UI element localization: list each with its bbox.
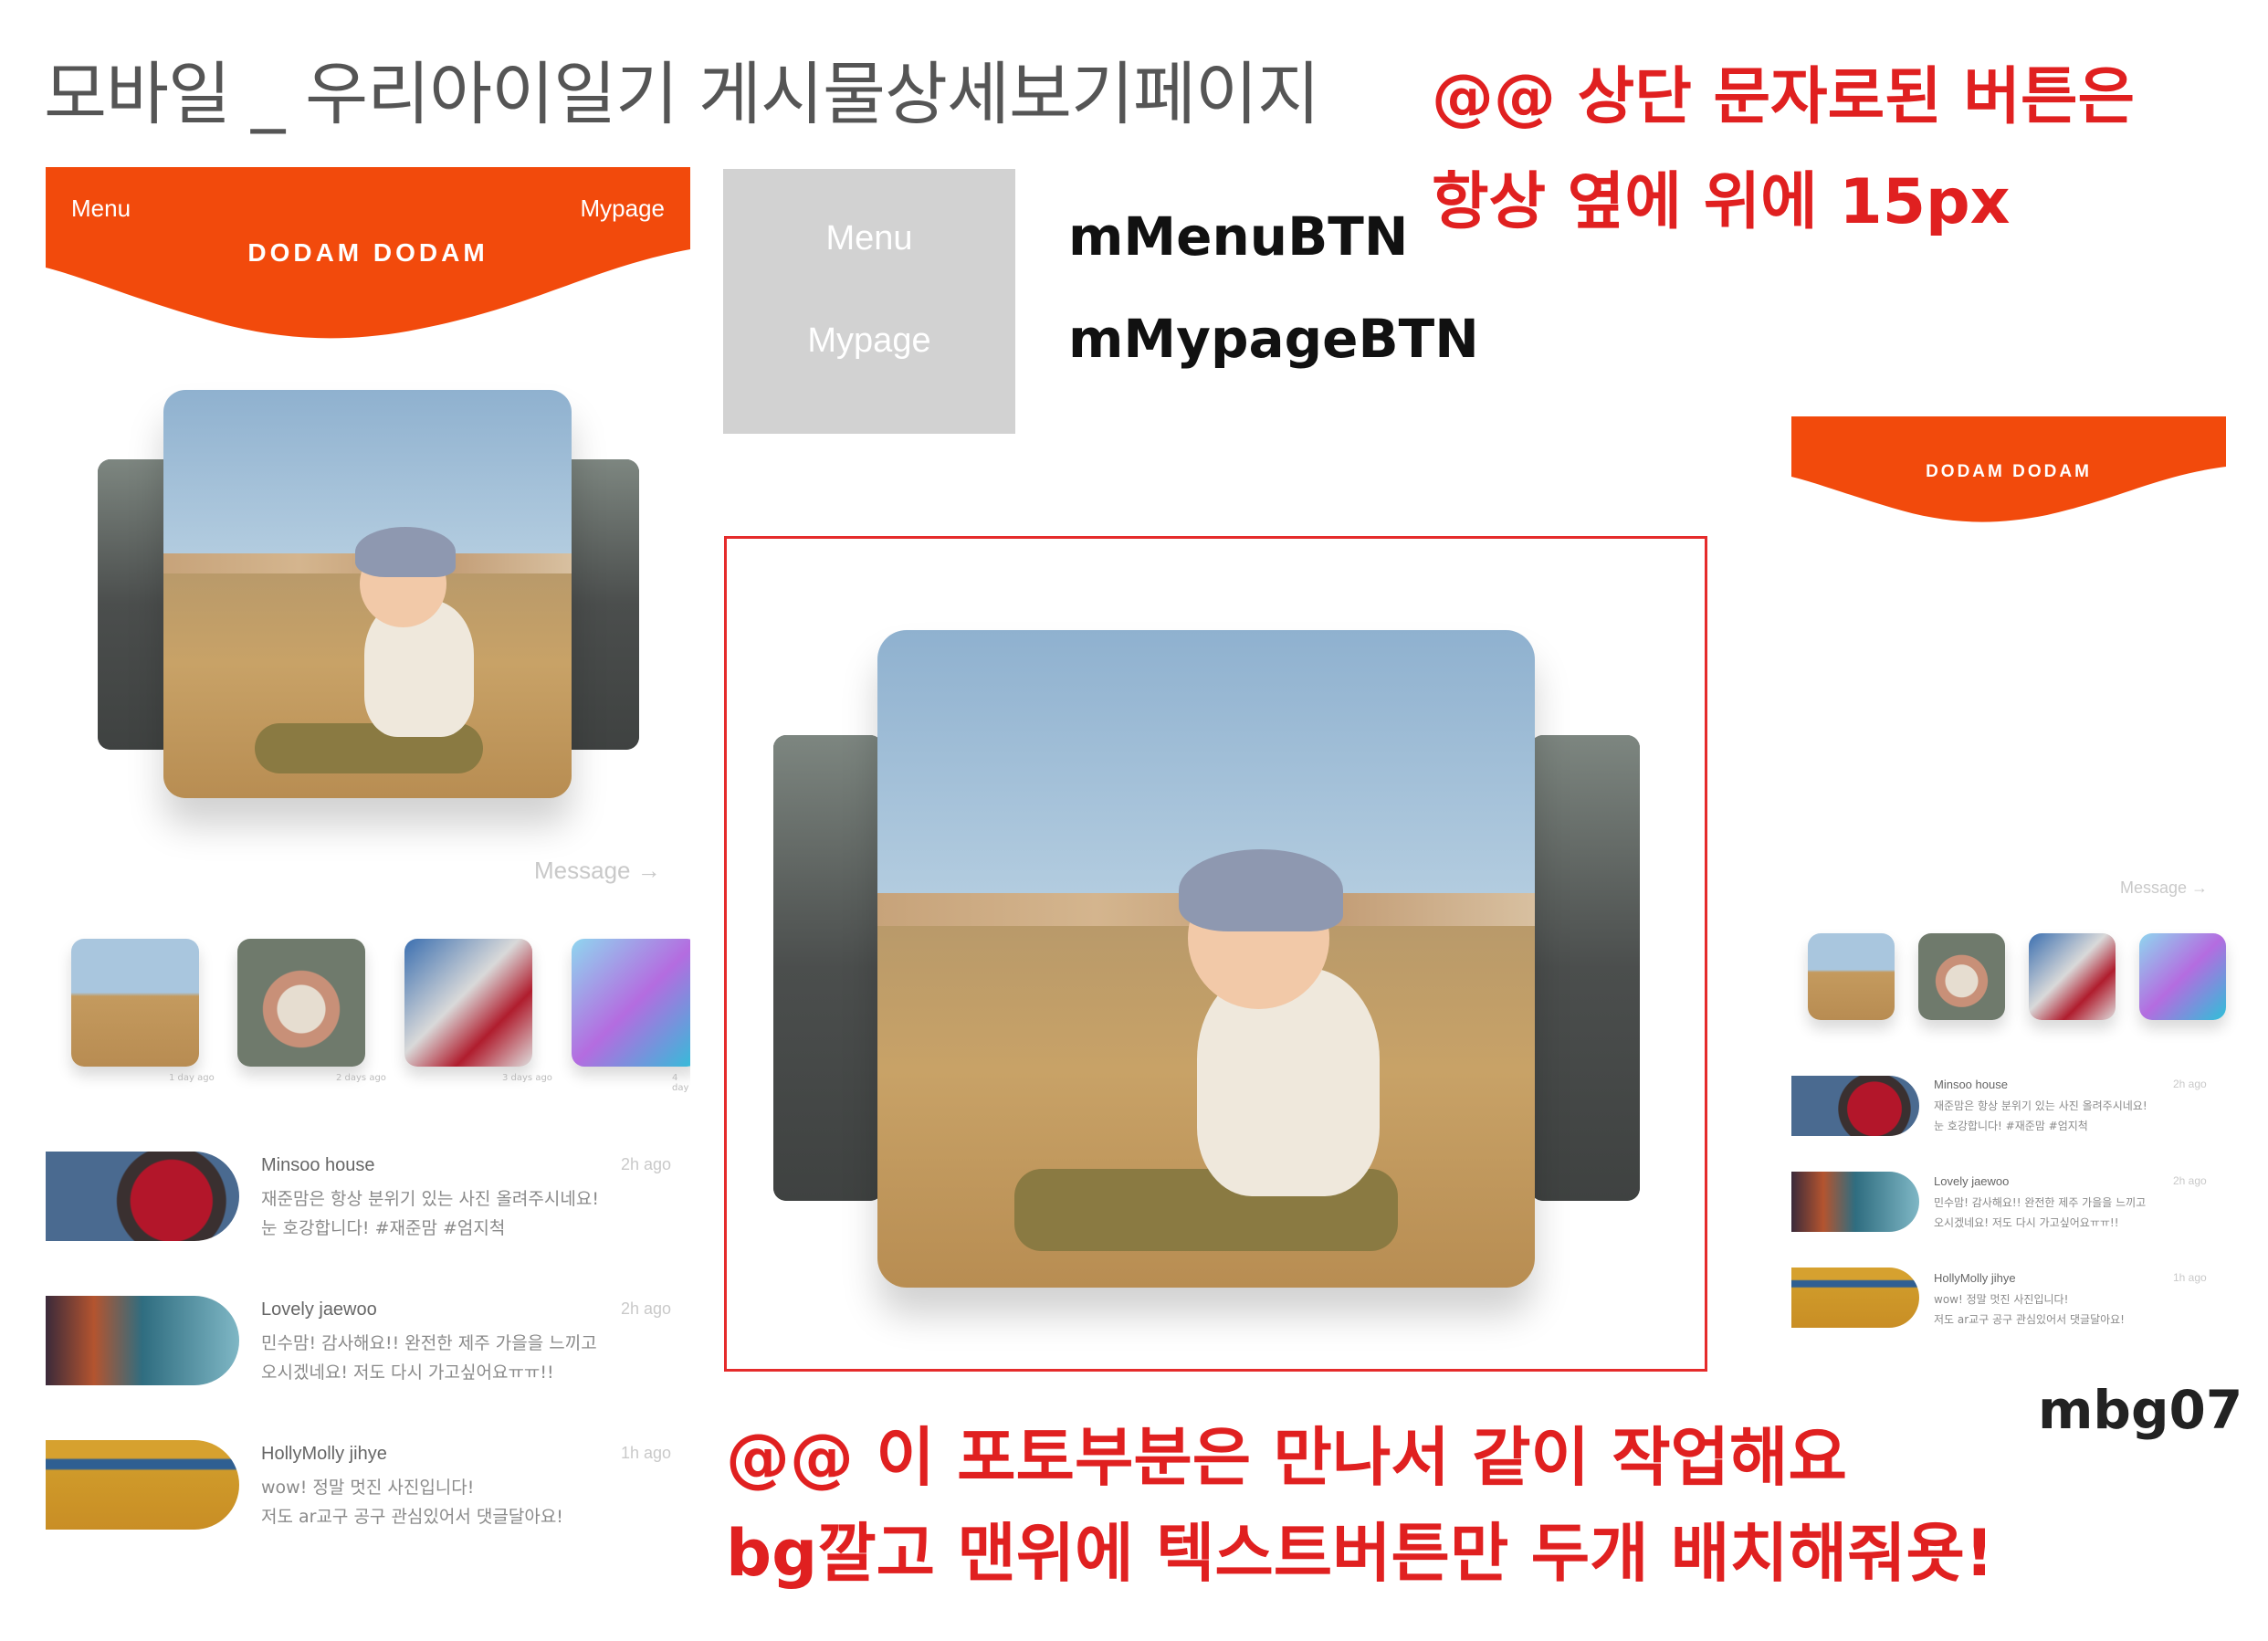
- thumbnail-3[interactable]: [404, 939, 532, 1067]
- thumbnail-2[interactable]: [237, 939, 365, 1067]
- preview-comment-3-line1: wow! 정말 멋진 사진입니다!: [1934, 1293, 2069, 1306]
- photo-section-frame: [724, 536, 1707, 1372]
- message-link[interactable]: Message →: [534, 857, 661, 885]
- note-top-line1: @@ 상단 문자로된 버튼은: [1432, 61, 2136, 133]
- preview-comment-1-image: [1791, 1076, 1919, 1136]
- frame-next-card[interactable]: [1530, 735, 1640, 1201]
- preview-comment-2-image: [1791, 1172, 1919, 1232]
- comment-2-line1: 민수맘! 감사해요!! 완전한 제주 가을을 느끼고: [261, 1333, 597, 1353]
- note-bottom-line1: @@ 이 포토부분은 만나서 같이 작업해요: [726, 1420, 1847, 1495]
- comment-2-time: 2h ago: [621, 1299, 672, 1318]
- comment-3-line2: 저도 ar교구 공구 관심있어서 댓글달아요!: [261, 1507, 563, 1527]
- thumbnail-3-caption: 3 days ago: [502, 1073, 552, 1083]
- preview-thumbnail-2[interactable]: [1918, 933, 2005, 1020]
- thumbnail-1-caption: 1 day ago: [169, 1073, 215, 1083]
- comment-1-time: 2h ago: [621, 1155, 672, 1173]
- comment-3-author: HollyMolly jihye: [261, 1444, 387, 1464]
- thumbnail-2-caption: 2 days ago: [336, 1073, 386, 1083]
- preview-comment-1-line2: 눈 호강합니다! #재준맘 #엄지척: [1934, 1120, 2088, 1132]
- thumbnail-1[interactable]: [71, 939, 199, 1067]
- header-logo: DODAM DODAM: [247, 238, 488, 267]
- spec-menu-button[interactable]: Menu: [723, 219, 1015, 258]
- preview-comment-3-author: HollyMolly jihye: [1934, 1271, 2016, 1285]
- comment-1-author: Minsoo house: [261, 1155, 375, 1175]
- comment-3-line1: wow! 정말 멋진 사진입니다!: [261, 1478, 475, 1498]
- preview-comment-2-time: 2h ago: [2173, 1174, 2207, 1187]
- page-title: 모바일 _ 우리아이일기 게시물상세보기페이지: [44, 54, 1320, 134]
- preview-comment-3-time: 1h ago: [2173, 1271, 2207, 1284]
- spec-mypage-button[interactable]: Mypage: [723, 321, 1015, 361]
- preview-logo: DODAM DODAM: [1926, 462, 2092, 481]
- preview-comment-1-line1: 재준맘은 항상 분위기 있는 사진 올려주시네요!: [1934, 1099, 2147, 1112]
- comment-3-time: 1h ago: [621, 1444, 672, 1462]
- comment-2-image: [46, 1296, 239, 1385]
- bg-label: mbg07: [2038, 1379, 2243, 1441]
- thumbnail-4[interactable]: [572, 939, 690, 1067]
- header-mypage-button[interactable]: Mypage: [581, 195, 666, 223]
- note-bottom-line2: bg깔고 맨위에 텍스트버튼만 두개 배치해줘욧!: [726, 1516, 1994, 1591]
- preview-comment-2-line2: 오시겠네요! 저도 다시 가고싶어요ㅠㅠ!!: [1934, 1216, 2119, 1229]
- preview-comment-3-line2: 저도 ar교구 공구 관심있어서 댓글달아요!: [1934, 1313, 2125, 1326]
- button-spec-box: Menu Mypage: [723, 169, 1015, 434]
- carousel-main-photo: [163, 390, 572, 798]
- note-top-line2: 항상 옆에 위에 15px: [1432, 166, 2011, 238]
- frame-main-photo: [877, 630, 1535, 1288]
- preview-comment-2-line1: 민수맘! 감사해요!! 완전한 제주 가을을 느끼고: [1934, 1196, 2147, 1209]
- preview-thumbnail-1[interactable]: [1808, 933, 1895, 1020]
- thumbnail-4-caption: 4 day: [672, 1073, 689, 1093]
- preview-message-link[interactable]: Message →: [2120, 878, 2208, 898]
- comment-2-line2: 오시겠네요! 저도 다시 가고싶어요ㅠㅠ!!: [261, 1362, 554, 1383]
- comment-3-image: [46, 1440, 239, 1530]
- preview-comment-1-author: Minsoo house: [1934, 1078, 2008, 1091]
- frame-prev-card[interactable]: [773, 735, 883, 1201]
- header-menu-button[interactable]: Menu: [71, 195, 131, 223]
- comment-1-line1: 재준맘은 항상 분위기 있는 사진 올려주시네요!: [261, 1189, 599, 1209]
- mypage-button-id: mMypageBTN: [1068, 308, 1479, 370]
- preview-comment-1-time: 2h ago: [2173, 1078, 2207, 1090]
- comment-2-author: Lovely jaewoo: [261, 1299, 377, 1320]
- comment-1-line2: 눈 호강합니다! #재준맘 #엄지척: [261, 1218, 506, 1238]
- comment-1-image: [46, 1152, 239, 1241]
- mobile-mockup: Menu Mypage DODAM DODAM Message → 1 day …: [46, 167, 690, 1564]
- preview-comment-2-author: Lovely jaewoo: [1934, 1174, 2010, 1188]
- preview-thumbnail-4[interactable]: [2139, 933, 2226, 1020]
- menu-button-id: mMenuBTN: [1068, 205, 1409, 268]
- preview-comment-3-image: [1791, 1268, 1919, 1328]
- preview-thumbnail-3[interactable]: [2029, 933, 2116, 1020]
